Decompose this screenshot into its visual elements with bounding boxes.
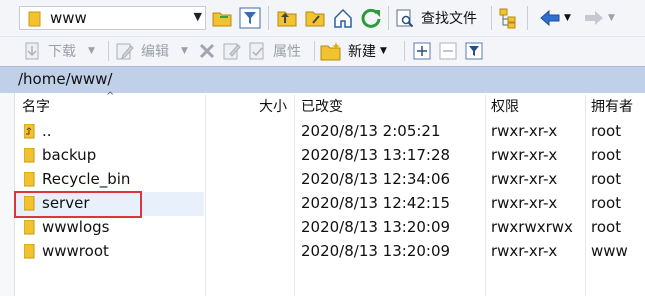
owner: root [591, 194, 622, 212]
chevron-down-icon[interactable]: ▼ [380, 46, 387, 56]
folder-icon [24, 244, 35, 259]
modified-date: 2020/8/13 2:05:21 [301, 122, 441, 140]
chevron-down-icon[interactable]: ▼ [181, 46, 188, 56]
permissions: rwxr-xr-x [491, 122, 558, 140]
chevron-down-icon[interactable]: ▼ [194, 10, 202, 23]
toolbar-separator [388, 6, 389, 30]
permissions: rwxrwxrwx [491, 218, 573, 236]
toolbar-separator [404, 41, 405, 61]
toolbar-separator [314, 41, 315, 61]
toolbar-separator [268, 6, 269, 30]
modified-date: 2020/8/13 13:20:09 [301, 242, 451, 260]
file-name: Recycle_bin [42, 170, 131, 188]
current-path-bar: /home/www/ [0, 66, 645, 94]
permissions: rwxr-xr-x [491, 194, 558, 212]
permissions: rwxr-xr-x [491, 146, 558, 164]
forward-button[interactable]: ▼ [579, 7, 619, 29]
column-header-size[interactable]: 大小 [259, 96, 287, 118]
tree-view-icon[interactable] [498, 7, 520, 29]
refresh-icon[interactable] [360, 7, 382, 29]
edit-label: 编辑 [141, 44, 169, 60]
properties-label: 属性 [273, 44, 301, 60]
properties-button[interactable]: 属性 [247, 40, 301, 62]
owner: root [591, 146, 622, 164]
table-row[interactable]: backup 2020/8/13 13:17:28 rwxr-xr-x root [14, 144, 645, 168]
owner: root [591, 122, 622, 140]
open-folder-icon[interactable] [211, 7, 233, 29]
permissions: rwxr-xr-x [491, 170, 558, 188]
folder-icon [24, 172, 35, 187]
find-files-label: 查找文件 [421, 11, 477, 27]
forward-arrow-icon [585, 11, 604, 25]
table-row[interactable]: wwwroot 2020/8/13 13:20:09 rwxr-xr-x www [14, 240, 645, 264]
column-header-owner[interactable]: 拥有者 [591, 96, 633, 118]
toolbar-separator [491, 6, 492, 30]
folder-icon [28, 11, 41, 27]
root-directory-icon[interactable] [304, 7, 326, 29]
expand-icon[interactable] [411, 40, 433, 62]
modified-date: 2020/8/13 12:42:15 [301, 194, 451, 212]
list-gutter [0, 93, 15, 296]
properties-icon [249, 42, 264, 60]
file-name: wwwroot [42, 242, 109, 260]
download-icon [25, 42, 39, 60]
file-name: backup [42, 146, 97, 164]
rename-icon[interactable] [221, 40, 243, 62]
find-files-button[interactable]: 查找文件 [395, 6, 477, 30]
modified-date: 2020/8/13 13:20:09 [301, 218, 451, 236]
chevron-down-icon[interactable]: ▼ [608, 13, 615, 23]
filter-icon[interactable] [463, 40, 485, 62]
column-header-modified[interactable]: 已改变 [301, 96, 343, 118]
path-combo-value: www [50, 9, 87, 27]
download-button[interactable]: 下载 ▼ [22, 40, 95, 62]
table-row[interactable]: Recycle_bin 2020/8/13 12:34:06 rwxr-xr-x… [14, 168, 645, 192]
edit-icon [116, 43, 134, 60]
modified-date: 2020/8/13 13:17:28 [301, 146, 451, 164]
back-arrow-icon [540, 9, 560, 27]
new-button[interactable]: 新建 ▼ [320, 40, 387, 62]
file-name: .. [42, 122, 52, 140]
main-toolbar: www ▼ 查找文件 ▼ ▼ [0, 0, 645, 37]
home-icon[interactable] [332, 7, 354, 29]
chevron-down-icon[interactable]: ▼ [564, 13, 571, 23]
column-header-permissions[interactable]: 权限 [491, 96, 519, 118]
file-name: wwwlogs [42, 218, 110, 236]
back-button[interactable]: ▼ [535, 7, 575, 29]
permissions: rwxr-xr-x [491, 242, 558, 260]
selection-highlight-box [14, 191, 142, 218]
file-toolbar: 下载 ▼ 编辑 ▼ 属性 新建 ▼ [0, 37, 645, 66]
owner: root [591, 218, 622, 236]
new-label: 新建 [348, 44, 376, 60]
current-path: /home/www/ [18, 70, 113, 88]
table-row[interactable]: .. 2020/8/13 2:05:21 rwxr-xr-x root [14, 120, 645, 144]
column-header-name[interactable]: 名字 [22, 96, 50, 118]
search-file-icon [396, 9, 414, 28]
new-folder-icon [320, 42, 341, 61]
toolbar-separator [108, 41, 109, 61]
collapse-icon[interactable] [437, 40, 459, 62]
owner: root [591, 170, 622, 188]
download-label: 下载 [48, 44, 76, 60]
folder-icon [24, 220, 35, 235]
chevron-down-icon[interactable]: ▼ [88, 46, 95, 56]
folder-icon [24, 148, 35, 163]
path-combo[interactable]: www ▼ [19, 6, 206, 30]
delete-icon[interactable] [196, 40, 218, 62]
parent-directory-icon[interactable] [276, 7, 298, 29]
table-row[interactable]: wwwlogs 2020/8/13 13:20:09 rwxrwxrwx roo… [14, 216, 645, 240]
sort-ascending-icon: ^ [106, 91, 115, 102]
filter-icon[interactable] [239, 7, 261, 29]
modified-date: 2020/8/13 12:34:06 [301, 170, 451, 188]
parent-folder-icon [24, 124, 35, 139]
owner: www [591, 242, 628, 260]
edit-button[interactable]: 编辑 ▼ [115, 40, 188, 62]
toolbar-separator [527, 6, 528, 30]
